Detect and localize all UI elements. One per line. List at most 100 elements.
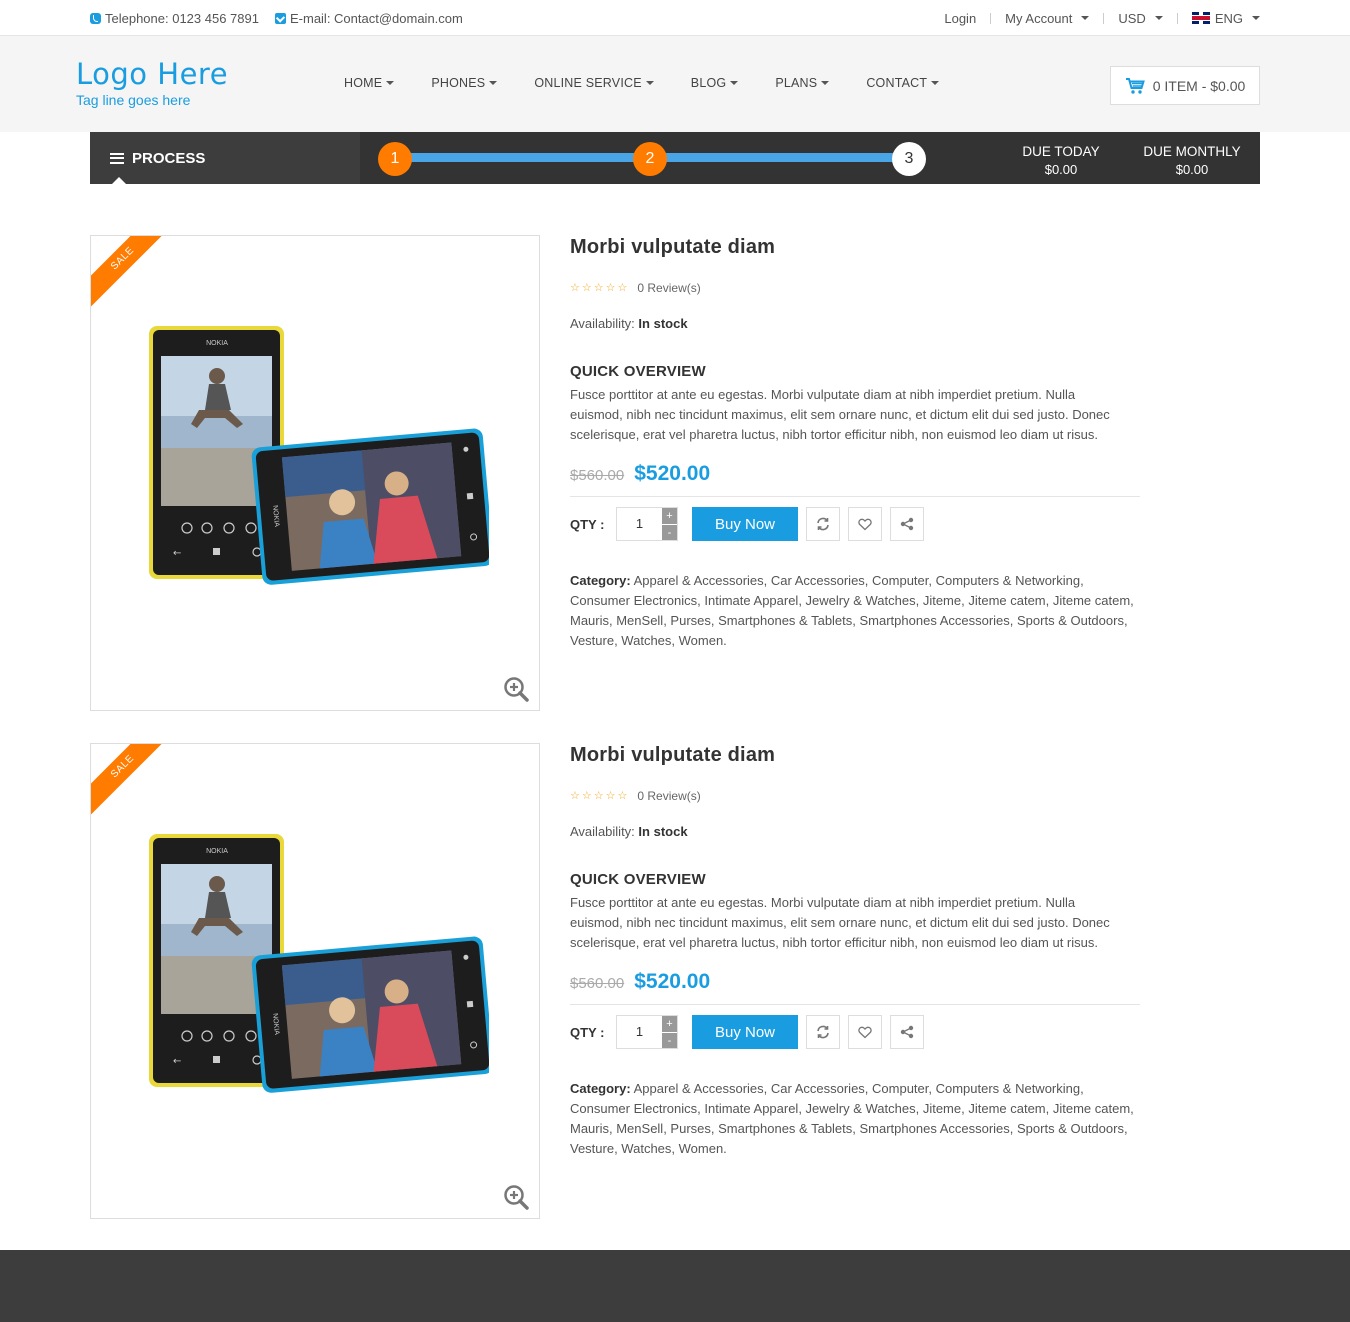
- qty-input[interactable]: 1: [617, 1016, 662, 1048]
- nav-home[interactable]: HOME: [344, 76, 395, 90]
- cart-summary: 0 ITEM - $0.00: [1152, 77, 1246, 94]
- review-count[interactable]: 0 Review(s): [637, 281, 700, 295]
- product-info: Morbi vulputate diam ☆ ☆ ☆ ☆ ☆ 0 Review(…: [570, 743, 1140, 1159]
- share-icon: [900, 1025, 914, 1039]
- share-button[interactable]: [890, 1015, 924, 1049]
- availability: Availability: In stock: [570, 824, 1140, 839]
- zoom-in-icon[interactable]: [503, 1184, 529, 1210]
- quantity-stepper[interactable]: 1 + -: [616, 1015, 678, 1049]
- wishlist-button[interactable]: [848, 1015, 882, 1049]
- buy-now-button[interactable]: Buy Now: [692, 1015, 798, 1049]
- footer: [0, 1250, 1350, 1322]
- price-row: $560.00 $520.00: [570, 462, 1140, 497]
- phone-product-photo: NOKIA ← NOKIA: [149, 326, 489, 585]
- overview-title: QUICK OVERVIEW: [570, 363, 706, 380]
- share-button[interactable]: [890, 507, 924, 541]
- star-icon: ☆: [581, 789, 592, 802]
- login-link[interactable]: Login: [930, 11, 990, 26]
- qty-label: QTY :: [570, 516, 605, 532]
- category-list[interactable]: Apparel & Accessories, Car Accessories, …: [570, 573, 1134, 648]
- overview-text: Fusce porttitor at ante eu egestas. Morb…: [570, 387, 1110, 442]
- chevron-down-icon: [386, 81, 395, 85]
- product-categories: Category: Apparel & Accessories, Car Acc…: [570, 571, 1145, 651]
- due-monthly-value: $0.00: [1175, 162, 1209, 177]
- due-today-value: $0.00: [1044, 162, 1078, 177]
- refresh-icon: [817, 1025, 829, 1039]
- product-card: SALE NOKIA ← NOKIA Morbi vulputate diam …: [90, 743, 1140, 1219]
- nav-online-service[interactable]: ONLINE SERVICE: [534, 76, 654, 90]
- language-label: ENG: [1214, 10, 1243, 26]
- chevron-down-icon: [1154, 16, 1163, 20]
- due-today: DUE TODAY $0.00: [1010, 143, 1112, 179]
- qty-increase-button[interactable]: +: [662, 508, 677, 525]
- process-step-1[interactable]: 1: [378, 142, 412, 176]
- chevron-down-icon: [1081, 16, 1090, 20]
- nav-phones[interactable]: PHONES: [431, 76, 498, 90]
- zoom-in-icon[interactable]: [503, 676, 529, 702]
- process-step-3[interactable]: 3: [892, 142, 926, 176]
- old-price: $560.00: [570, 975, 625, 992]
- svg-text:←: ←: [173, 548, 181, 559]
- nav-blog[interactable]: BLOG: [691, 76, 739, 90]
- star-icon: ☆: [593, 281, 604, 294]
- product-card: SALE NOKIA ← NOKIA Morbi vulputate diam …: [90, 235, 1140, 711]
- wishlist-button[interactable]: [848, 507, 882, 541]
- nav-contact[interactable]: CONTACT: [866, 76, 940, 90]
- uk-flag-icon: [1191, 12, 1210, 24]
- buy-row: QTY : 1 + - Buy Now: [570, 1015, 1140, 1049]
- due-today-label: DUE TODAY: [1022, 144, 1100, 159]
- buy-now-button[interactable]: Buy Now: [692, 507, 798, 541]
- svg-text:←: ←: [173, 1056, 181, 1067]
- product-image[interactable]: SALE NOKIA ← NOKIA: [90, 743, 540, 1219]
- currency-dropdown[interactable]: USD: [1104, 11, 1176, 26]
- product-rating: ☆ ☆ ☆ ☆ ☆ 0 Review(s): [570, 789, 1140, 803]
- currency-label: USD: [1118, 10, 1146, 26]
- heart-icon: [858, 1026, 872, 1039]
- compare-button[interactable]: [806, 1015, 840, 1049]
- my-account-dropdown[interactable]: My Account: [991, 11, 1103, 26]
- new-price: $520.00: [634, 462, 711, 485]
- checkout-process-bar: PROCESS 1 2 3 DUE TODAY $0.00 DUE MONTHL…: [90, 132, 1260, 184]
- my-account-label: My Account: [1005, 10, 1073, 26]
- language-dropdown[interactable]: ENG: [1178, 11, 1260, 26]
- cart-icon: [1125, 77, 1145, 94]
- telephone-text: Telephone: 0123 456 7891: [105, 10, 259, 26]
- telephone-info: Telephone: 0123 456 7891: [90, 11, 259, 26]
- share-icon: [900, 517, 914, 531]
- review-count[interactable]: 0 Review(s): [637, 789, 700, 803]
- chevron-down-icon: [1252, 16, 1260, 20]
- quantity-stepper[interactable]: 1 + -: [616, 507, 678, 541]
- category-label: Category:: [570, 573, 631, 588]
- chevron-down-icon: [645, 81, 654, 85]
- star-icon: ☆: [617, 789, 628, 802]
- process-label: PROCESS: [90, 132, 360, 184]
- qty-increase-button[interactable]: +: [662, 1016, 677, 1033]
- qty-label: QTY :: [570, 1024, 605, 1040]
- category-list[interactable]: Apparel & Accessories, Car Accessories, …: [570, 1081, 1134, 1156]
- availability-value: In stock: [638, 316, 688, 331]
- chevron-down-icon: [821, 81, 830, 85]
- email-text[interactable]: E-mail: Contact@domain.com: [290, 11, 463, 26]
- logo[interactable]: Logo Here Tag line goes here: [76, 58, 228, 108]
- cart-button[interactable]: 0 ITEM - $0.00: [1110, 66, 1260, 105]
- product-rating: ☆ ☆ ☆ ☆ ☆ 0 Review(s): [570, 281, 1140, 295]
- buy-row: QTY : 1 + - Buy Now: [570, 507, 1140, 541]
- nav-plans[interactable]: PLANS: [775, 76, 830, 90]
- email-info[interactable]: E-mail: Contact@domain.com: [274, 11, 463, 26]
- refresh-icon: [817, 517, 829, 531]
- qty-decrease-button[interactable]: -: [662, 1033, 677, 1049]
- product-image[interactable]: SALE NOKIA ← NOKIA: [90, 235, 540, 711]
- category-label: Category:: [570, 1081, 631, 1096]
- product-title[interactable]: Morbi vulputate diam: [570, 744, 1140, 767]
- price-row: $560.00 $520.00: [570, 970, 1140, 1005]
- overview-text: Fusce porttitor at ante eu egestas. Morb…: [570, 895, 1110, 950]
- compare-button[interactable]: [806, 507, 840, 541]
- star-rating[interactable]: ☆ ☆ ☆ ☆ ☆: [570, 789, 628, 802]
- star-rating[interactable]: ☆ ☆ ☆ ☆ ☆: [570, 281, 628, 294]
- chevron-down-icon: [931, 81, 940, 85]
- qty-input[interactable]: 1: [617, 508, 662, 540]
- product-title[interactable]: Morbi vulputate diam: [570, 236, 1140, 259]
- process-step-2[interactable]: 2: [633, 142, 667, 176]
- qty-decrease-button[interactable]: -: [662, 525, 677, 541]
- star-icon: ☆: [617, 281, 628, 294]
